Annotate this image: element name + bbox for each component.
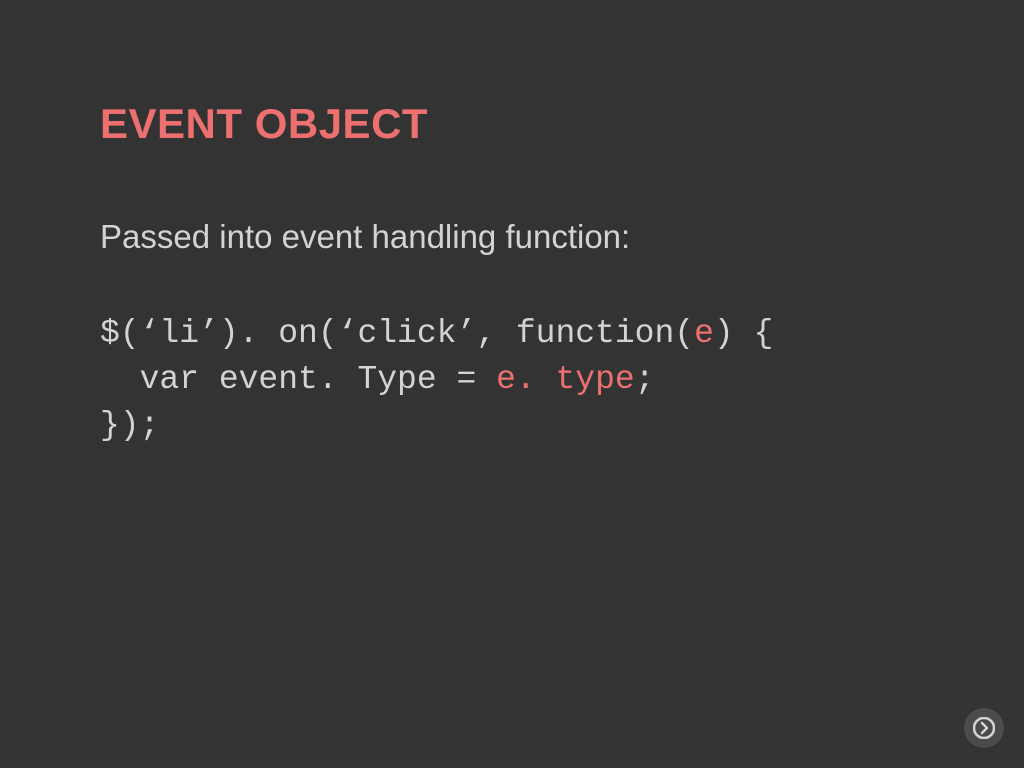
code-highlight-e: e: [694, 315, 714, 352]
code-text: ;: [635, 361, 655, 398]
code-text: ) {: [714, 315, 773, 352]
code-text: $(‘li’). on(‘click’, function(: [100, 315, 694, 352]
code-highlight-etype: e. type: [496, 361, 635, 398]
arrow-right-icon: [973, 717, 995, 739]
slide-subtitle: Passed into event handling function:: [100, 218, 924, 256]
slide-title: EVENT OBJECT: [100, 100, 924, 148]
code-text: });: [100, 407, 159, 444]
next-slide-button[interactable]: [964, 708, 1004, 748]
code-text: var event. Type =: [100, 361, 496, 398]
code-block: $(‘li’). on(‘click’, function(e) { var e…: [100, 311, 924, 450]
slide: EVENT OBJECT Passed into event handling …: [0, 0, 1024, 768]
